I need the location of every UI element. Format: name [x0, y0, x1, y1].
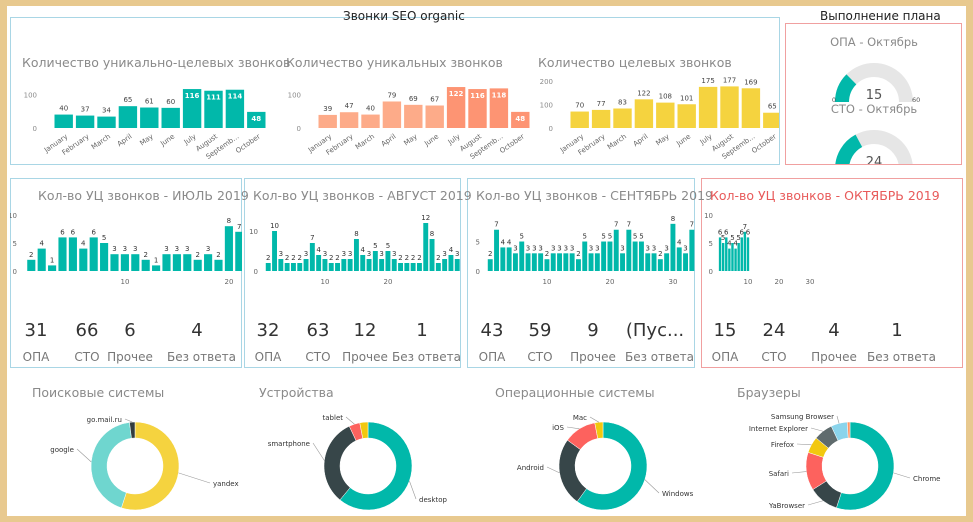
donut-slice-label: Android: [517, 464, 544, 472]
donut-title: Устройства: [259, 385, 334, 400]
donut-title: Браузеры: [737, 385, 801, 400]
donut-slice-label: yandex: [213, 480, 239, 488]
donut-leader-line: [589, 416, 600, 423]
donut-slice-label: Internet Explorer: [749, 425, 808, 433]
donut-leader-line: [810, 427, 824, 432]
donut-leader-line: [345, 416, 355, 425]
donut-slice-label: Firefox: [771, 441, 794, 449]
donut-slice-label: YaBrowser: [768, 502, 805, 510]
donut-slice[interactable]: [90, 422, 132, 509]
donut-leader-line: [312, 442, 325, 461]
donut-slice-label: iOS: [552, 424, 564, 432]
donut-title: Поисковые системы: [32, 385, 164, 400]
donut-slice-label: Chrome: [913, 475, 940, 483]
donut-slice-label: Windows: [662, 490, 694, 498]
donut-leader-line: [76, 448, 92, 463]
donut-slice-label: go.mail.ru: [87, 416, 122, 424]
donut-leader-line: [836, 415, 840, 424]
donut-leader-line: [791, 471, 807, 474]
donut-slice[interactable]: [558, 439, 587, 502]
dashboard-canvas: Звонки SEO organic Количество уникально-…: [7, 6, 966, 516]
donut-slice-label: Samsung Browser: [771, 413, 834, 421]
donut-leader-line: [893, 472, 911, 479]
donut-leader-line: [124, 418, 133, 423]
donut-slice-label: desktop: [419, 496, 447, 504]
donut-svg-layer: Поисковые системы yandex google go.mail.ru У…: [32, 385, 940, 511]
donut-slice-label: smartphone: [268, 440, 310, 448]
donut-leader-line: [178, 472, 211, 484]
donut-slice-label: Safari: [769, 470, 789, 478]
donut-leader-line: [807, 500, 824, 506]
donut-leader-line: [546, 466, 560, 474]
donut-slice-label: tablet: [323, 414, 344, 422]
donut-leader-line: [644, 479, 660, 494]
donut-leader-line: [409, 480, 417, 500]
donut-leader-line: [796, 443, 812, 446]
donut-slice-label: Mac: [573, 414, 587, 422]
donut-slice-label: google: [50, 446, 74, 454]
donut-title: Операционные системы: [495, 385, 655, 400]
donut-leader-line: [566, 426, 580, 430]
